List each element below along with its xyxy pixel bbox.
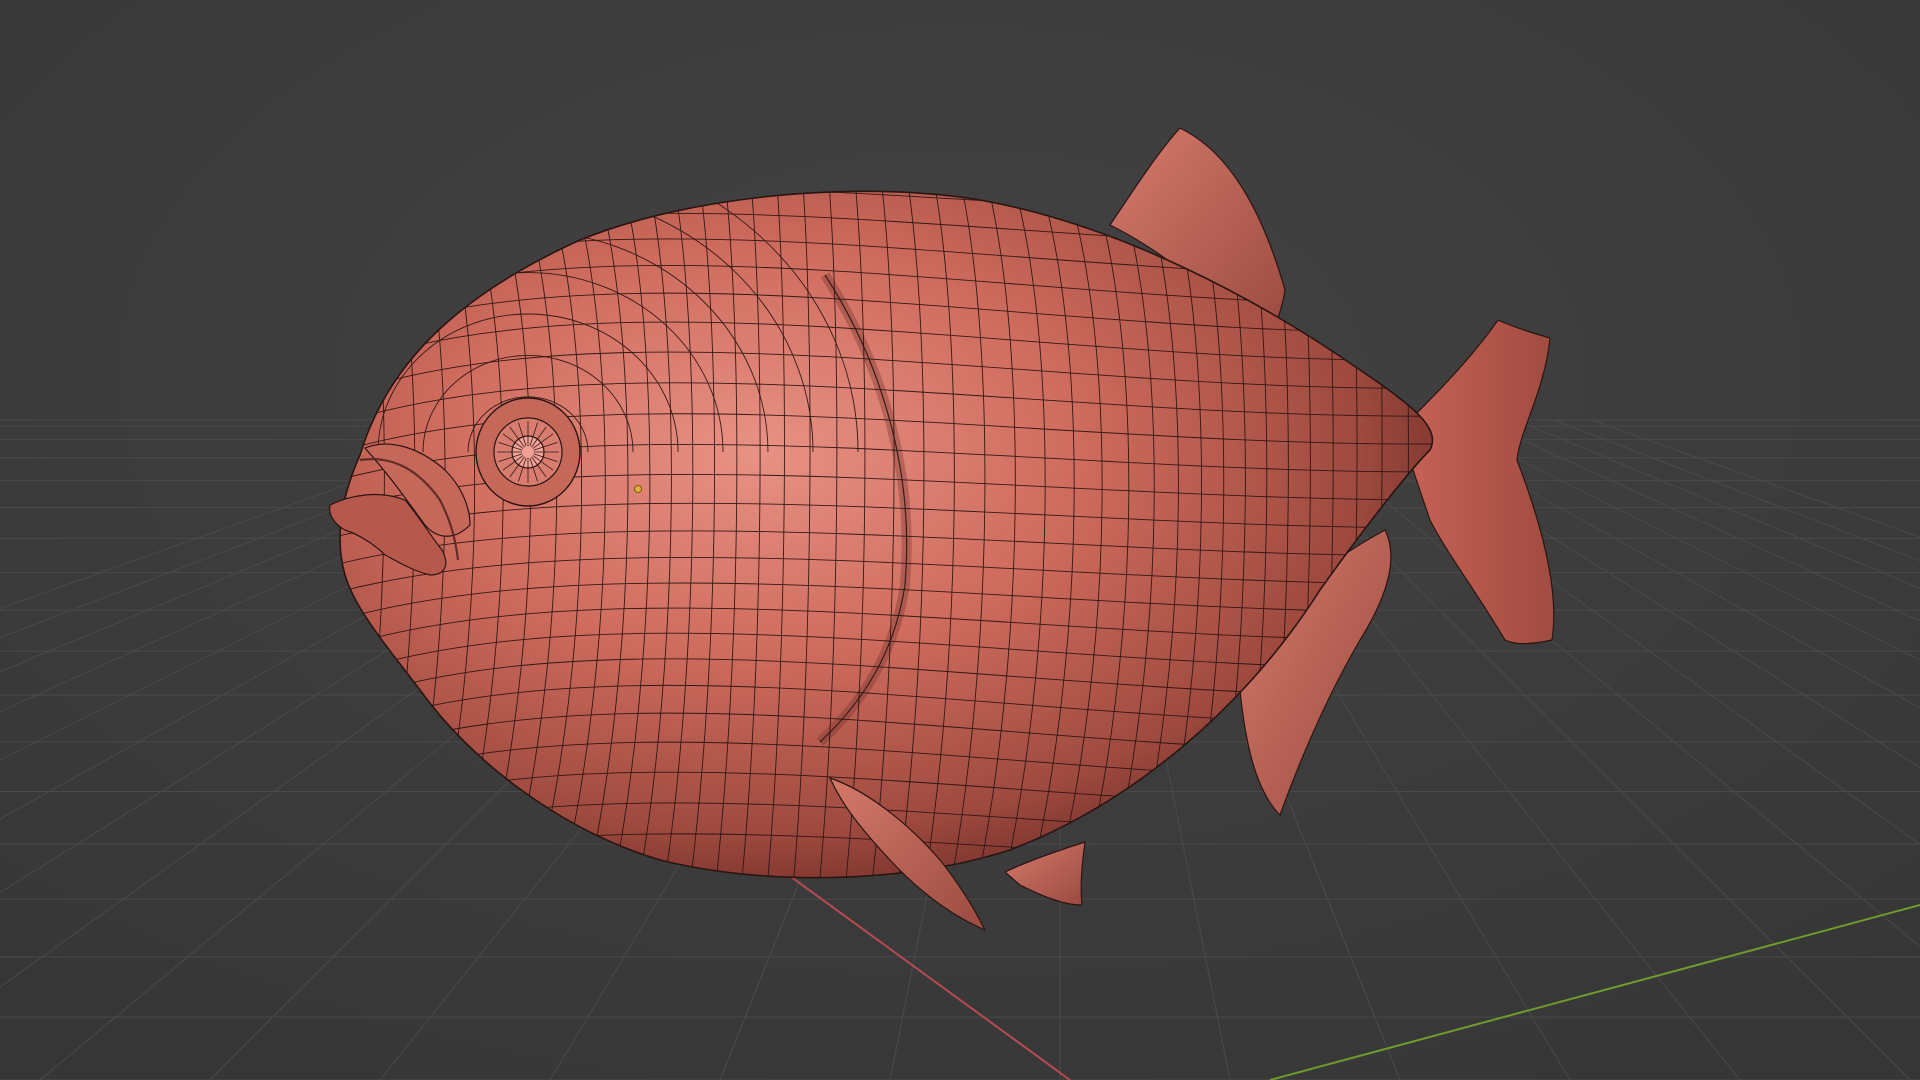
eye[interactable] (475, 397, 581, 507)
3d-viewport[interactable] (0, 0, 1920, 1080)
object-origin-icon (634, 485, 642, 493)
viewport-canvas[interactable] (0, 0, 1920, 1080)
